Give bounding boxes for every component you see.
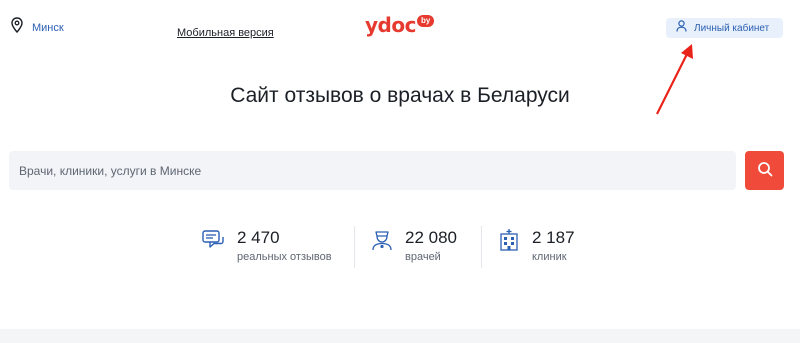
stat-doctors: 22 080 врачей	[371, 228, 457, 263]
logo[interactable]: ydoc by	[365, 12, 435, 38]
city-selector[interactable]: Минск	[11, 17, 64, 38]
stat-value: 2 470	[237, 228, 280, 247]
personal-cabinet-button[interactable]: Личный кабинет	[666, 18, 783, 38]
stat-clinics: 2 187 клиник	[498, 228, 575, 263]
logo-badge: by	[416, 15, 435, 27]
divider	[354, 226, 355, 268]
cabinet-label: Личный кабинет	[694, 22, 770, 34]
mobile-version-link[interactable]: Мобильная версия	[177, 27, 274, 39]
section-divider	[0, 329, 800, 343]
location-pin-icon	[11, 17, 23, 38]
doctor-icon	[371, 228, 393, 257]
annotation-arrow	[656, 44, 693, 115]
search-button[interactable]	[745, 151, 784, 190]
city-label: Минск	[32, 21, 64, 34]
stat-label: клиник	[532, 251, 567, 263]
stat-value: 22 080	[405, 228, 457, 247]
reviews-icon	[201, 228, 225, 257]
stat-label: врачей	[405, 251, 441, 263]
page-title: Сайт отзывов о врачах в Беларуси	[230, 84, 570, 107]
divider	[481, 226, 482, 268]
stat-label: реальных отзывов	[237, 251, 332, 263]
stat-value: 2 187	[532, 228, 575, 247]
clinic-icon	[498, 228, 520, 257]
stat-reviews: 2 470 реальных отзывов	[201, 228, 332, 263]
user-icon	[676, 19, 687, 37]
search-icon	[757, 161, 773, 180]
search-input[interactable]	[9, 151, 736, 190]
logo-text: ydoc	[365, 13, 416, 37]
